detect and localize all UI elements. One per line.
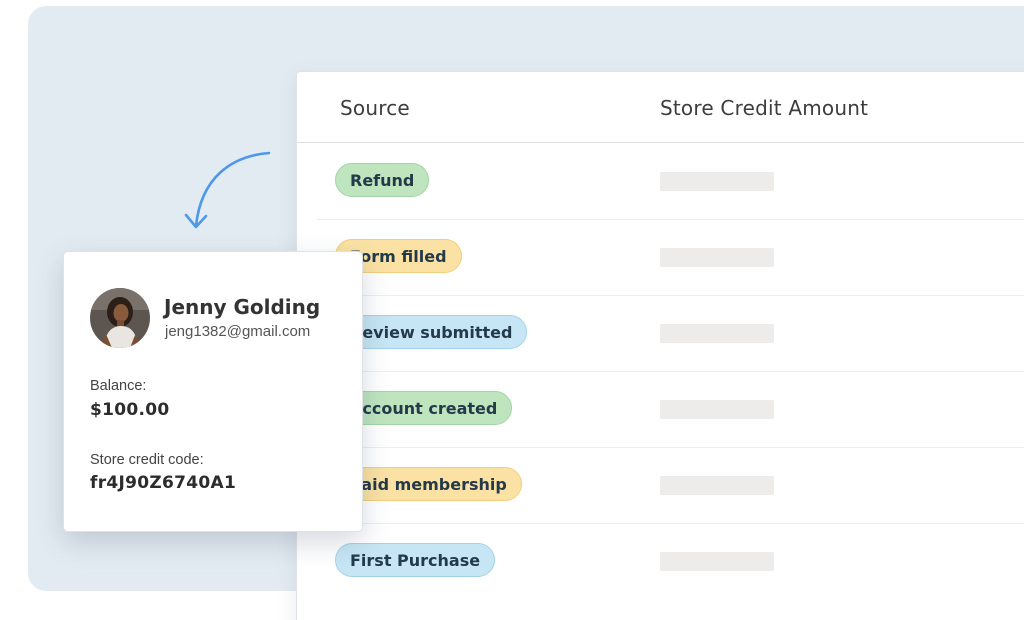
balance-value: $100.00 [90,400,170,420]
amount-placeholder [660,552,774,571]
source-tag: First Purchase [335,543,496,577]
amount-placeholder [660,400,774,419]
balance-label: Balance: [90,378,147,394]
table-row[interactable]: Refund [317,143,1024,220]
store-credit-code-value: fr4J90Z6740A1 [90,473,237,493]
source-tag: Review submitted [335,315,528,349]
table-header: Source Store Credit Amount [297,72,1024,143]
customer-name: Jenny Golding [164,295,321,319]
source-tag: Paid membership [335,467,522,501]
user-photo-icon [90,288,150,348]
table-row[interactable]: Form filled [317,219,1024,296]
table-row[interactable]: Review submitted [317,295,1024,372]
page: Source Store Credit Amount Refund Form f… [0,0,1024,620]
source-tag: Refund [335,163,430,197]
curved-arrow-icon [184,151,271,229]
table-row[interactable]: Account created [317,371,1024,448]
store-credit-table: Source Store Credit Amount Refund Form f… [296,71,1024,620]
amount-placeholder [660,324,774,343]
table-row[interactable]: First Purchase [317,523,1024,599]
customer-email: jeng1382@gmail.com [165,323,311,340]
amount-placeholder [660,248,774,267]
column-header-source: Source [340,96,410,120]
store-credit-code-label: Store credit code: [90,452,204,468]
avatar [90,288,150,348]
column-header-store-credit-amount: Store Credit Amount [660,96,869,120]
amount-placeholder [660,172,774,191]
table-row[interactable]: Paid membership [317,447,1024,524]
amount-placeholder [660,476,774,495]
customer-card: Jenny Golding jeng1382@gmail.com Balance… [63,251,363,532]
